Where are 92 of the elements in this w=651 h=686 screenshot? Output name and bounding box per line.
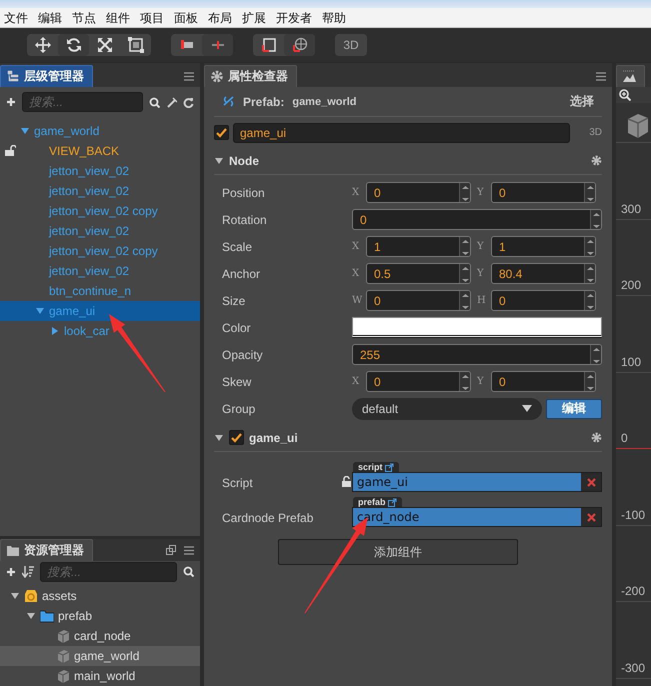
property-label: Anchor xyxy=(222,266,262,280)
asset-tag: script xyxy=(353,462,399,472)
select-link[interactable]: 选择 xyxy=(570,93,594,110)
tree-row[interactable]: prefab xyxy=(0,606,200,626)
panel-tab[interactable]: 层级管理器 xyxy=(0,65,93,87)
node-label: jetton_view_02 xyxy=(49,264,130,278)
node-label: jetton_view_02 xyxy=(49,184,130,198)
ruler-label: 300 xyxy=(621,202,642,216)
property-label: Group xyxy=(222,402,256,416)
node-label: game_ui xyxy=(49,304,96,318)
prefab-name: game_world xyxy=(292,96,358,108)
property-label: Color xyxy=(222,320,252,334)
asset-label: prefab xyxy=(58,609,92,623)
ruler-label: -200 xyxy=(621,584,646,598)
tree-row[interactable]: VIEW_BACK xyxy=(0,141,200,161)
input-field[interactable]: 255 xyxy=(352,344,602,365)
ruler-label: 100 xyxy=(621,354,642,368)
property-label: Script xyxy=(222,475,254,490)
menu-item[interactable]: 开发者 xyxy=(272,8,318,26)
input-field[interactable]: 1 xyxy=(366,236,471,257)
axis-label: X xyxy=(352,376,360,387)
axis-label: X xyxy=(352,187,360,198)
node-label: VIEW_BACK xyxy=(49,144,120,158)
asset-field[interactable]: card_node xyxy=(352,507,602,527)
menu-item[interactable]: 面板 xyxy=(170,8,204,26)
node-label: jetton_view_02 xyxy=(49,164,130,178)
input-field[interactable]: 0 xyxy=(491,182,596,203)
input-field[interactable]: 0 xyxy=(366,182,471,203)
input-field[interactable]: 0 xyxy=(352,209,602,230)
menu-item[interactable]: 组件 xyxy=(102,8,136,26)
node-label: game_world xyxy=(34,124,100,138)
axis-label: X xyxy=(352,241,360,252)
axis-label: Y xyxy=(477,187,485,198)
menu-item[interactable]: 扩展 xyxy=(238,8,272,26)
asset-label: game_world xyxy=(74,649,140,663)
node-label: look_car xyxy=(64,324,110,338)
property-label: Cardnode Prefab xyxy=(222,510,314,525)
asset-label: assets xyxy=(42,589,77,603)
asset-tag: prefab xyxy=(353,497,402,507)
property-label: Size xyxy=(222,294,246,308)
menu-item[interactable]: 项目 xyxy=(136,8,170,26)
ruler-label: -300 xyxy=(621,660,646,674)
section-title: game_ui xyxy=(249,430,299,444)
input-field[interactable]: game_ui xyxy=(233,122,570,142)
asset-label: card_node xyxy=(74,629,131,643)
ruler-label: 0 xyxy=(621,431,628,445)
add-component-button[interactable]: 添加组件 xyxy=(278,539,518,565)
node-label: jetton_view_02 copy xyxy=(49,244,158,258)
axis-label: W xyxy=(352,295,364,306)
axis-label: Y xyxy=(477,376,485,387)
asset-field[interactable]: game_ui xyxy=(352,472,602,492)
tree-row[interactable]: game_world xyxy=(0,646,200,666)
property-label: Position xyxy=(222,186,266,200)
input-field[interactable]: 0 xyxy=(366,290,471,311)
axis-label: Y xyxy=(477,241,485,252)
menu-item[interactable]: 布局 xyxy=(204,8,238,26)
input-field[interactable]: 0.5 xyxy=(366,263,471,284)
axis-label: X xyxy=(352,268,360,279)
node-label: btn_continue_n xyxy=(49,284,132,298)
input-field[interactable]: 1 xyxy=(491,236,596,257)
node-label: jetton_view_02 xyxy=(49,224,130,238)
menu-item[interactable]: 编辑 xyxy=(34,8,68,26)
property-label: Rotation xyxy=(222,212,268,226)
panel-tab[interactable]: 资源管理器 xyxy=(0,539,93,561)
dropdown[interactable]: default xyxy=(352,398,542,420)
input-field[interactable]: 80.4 xyxy=(491,263,596,284)
menu-item[interactable]: 帮助 xyxy=(318,8,352,26)
ruler-label: 200 xyxy=(621,278,642,292)
property-label: Scale xyxy=(222,240,254,254)
edit-button[interactable]: 编辑 xyxy=(546,398,602,418)
tree-row[interactable]: main_world xyxy=(0,666,200,686)
property-label: Opacity xyxy=(222,348,264,362)
input-field[interactable]: 0 xyxy=(491,290,596,311)
prefab-label: Prefab: xyxy=(243,94,284,108)
menu-item[interactable]: 文件 xyxy=(0,8,34,26)
tree-row[interactable]: assets xyxy=(0,586,200,606)
menu-item[interactable]: 节点 xyxy=(68,8,102,26)
search-field[interactable]: 搜索... xyxy=(40,562,177,582)
input-field[interactable]: 0 xyxy=(491,371,596,392)
asset-label: main_world xyxy=(74,669,136,683)
axis-label: Y xyxy=(477,268,485,279)
ruler-label: -100 xyxy=(621,508,646,522)
mode-label: 3D xyxy=(588,127,602,138)
tree-row[interactable]: card_node xyxy=(0,626,200,646)
property-label: Skew xyxy=(222,374,252,388)
panel-tab[interactable]: 属性检查器 xyxy=(204,65,297,87)
node-label: jetton_view_02 copy xyxy=(49,204,158,218)
section-title: Node xyxy=(229,154,260,168)
search-field[interactable]: 搜索... xyxy=(22,92,143,112)
input-field[interactable]: 0 xyxy=(366,371,471,392)
axis-label: H xyxy=(477,295,487,306)
mode-button[interactable]: 3D xyxy=(335,34,367,56)
